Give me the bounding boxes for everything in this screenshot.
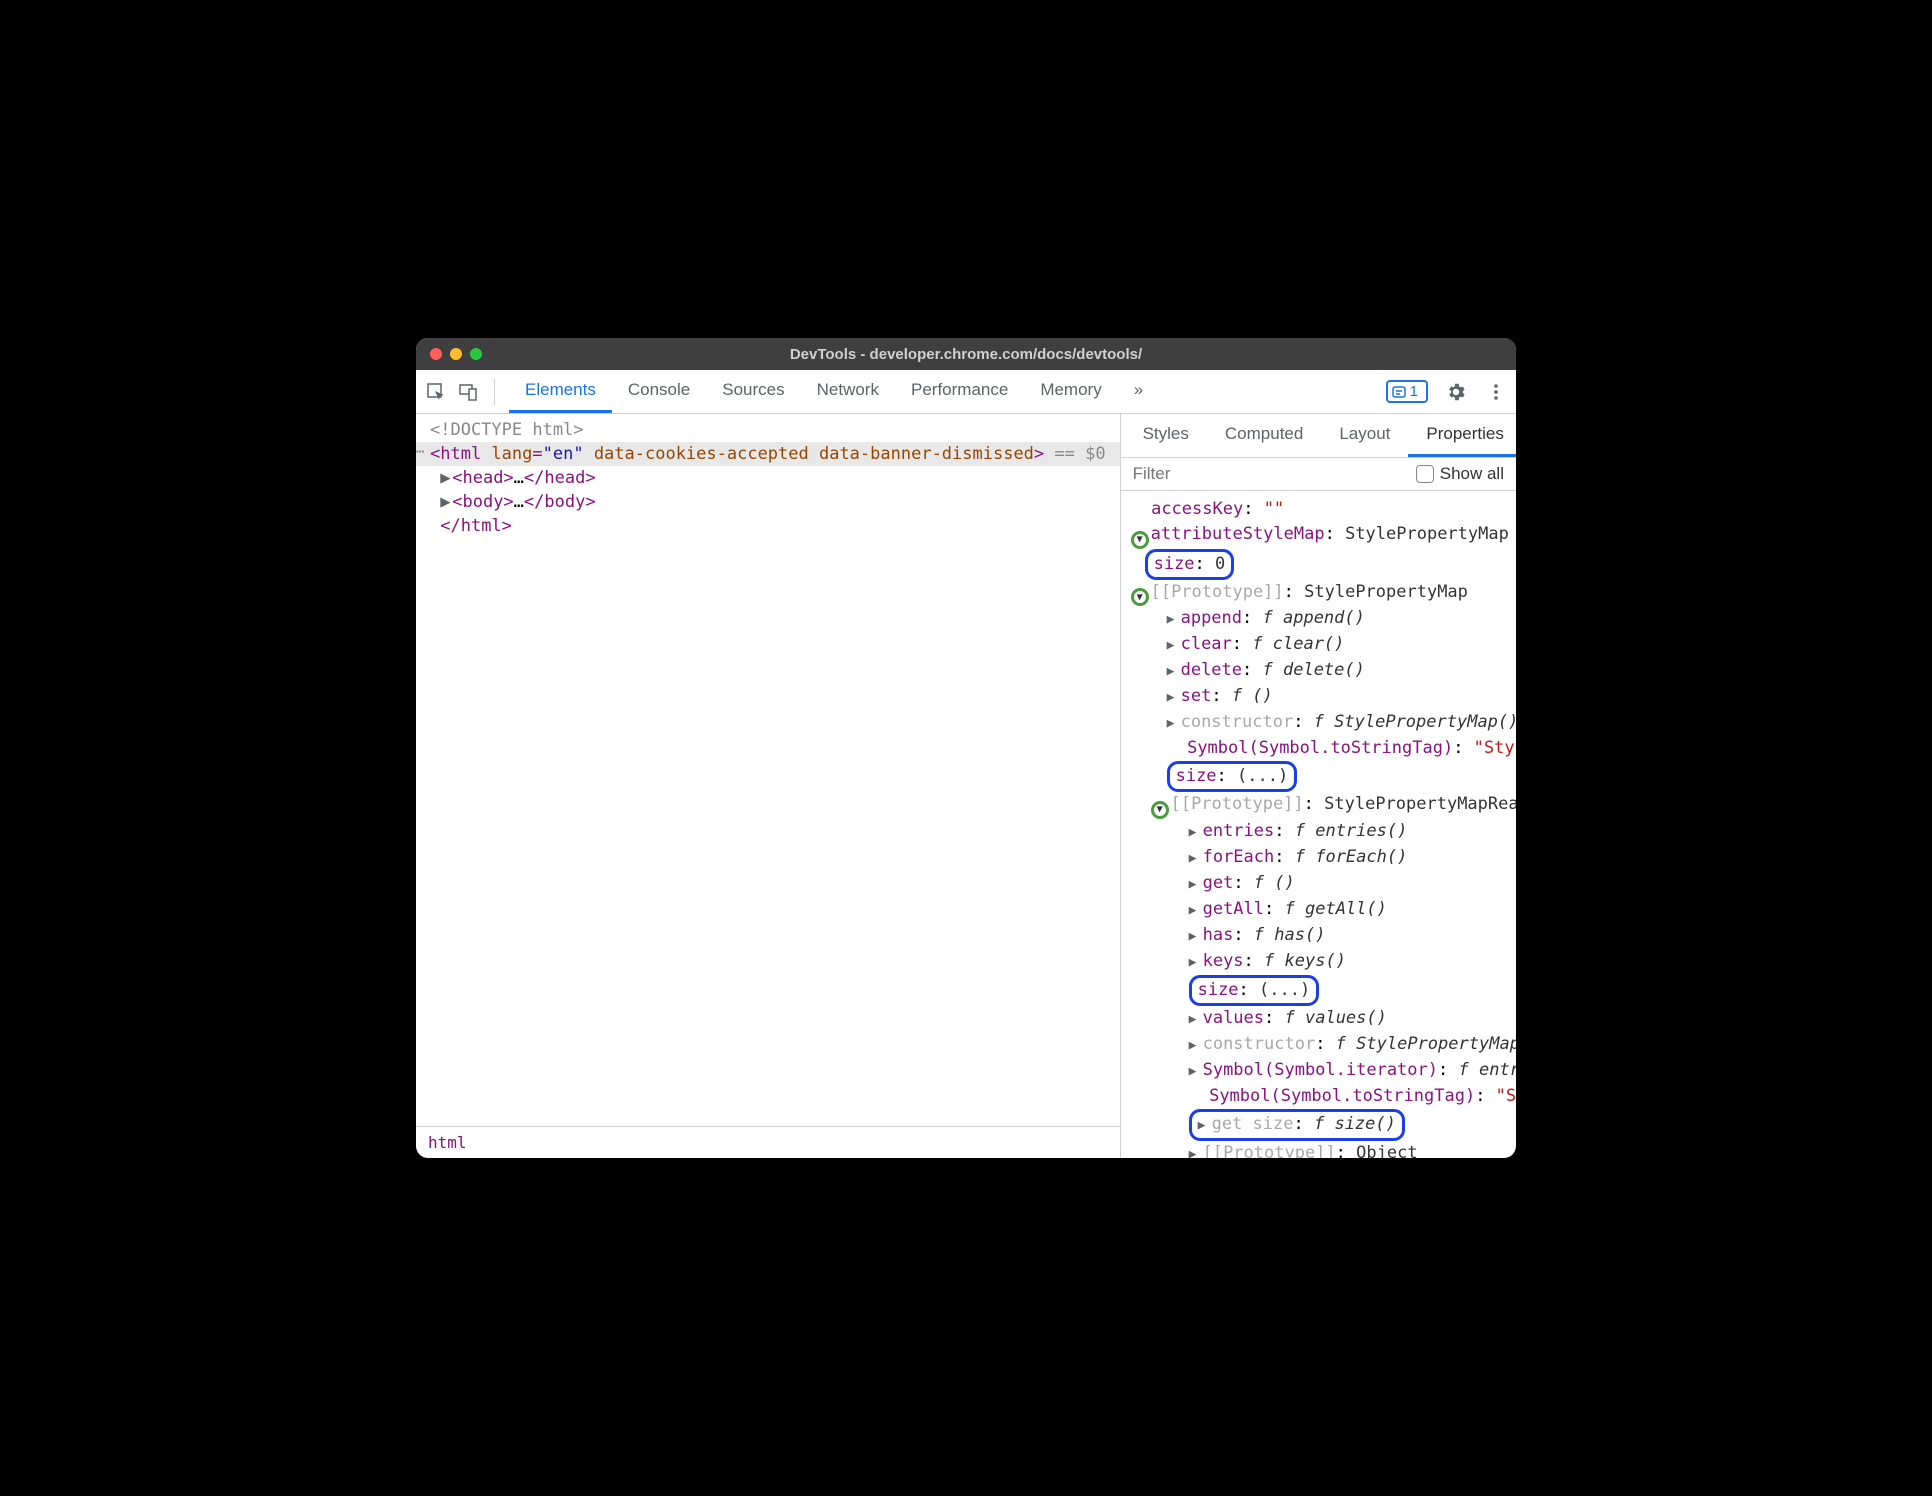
- main-tabs: Elements Console Sources Network Perform…: [509, 370, 1159, 413]
- show-all-toggle[interactable]: Show all: [1416, 464, 1504, 484]
- issues-count: 1: [1410, 383, 1418, 400]
- device-toggle-icon[interactable]: [456, 380, 480, 404]
- titlebar: DevTools - developer.chrome.com/docs/dev…: [416, 338, 1516, 370]
- separator: [494, 379, 495, 405]
- traffic-lights: [416, 348, 482, 360]
- subtab-properties[interactable]: Properties: [1408, 414, 1516, 457]
- properties-tree[interactable]: accessKey: "" ▼attributeStyleMap: StyleP…: [1121, 491, 1516, 1158]
- dom-body-element[interactable]: ▶<body>…</body>: [416, 490, 1120, 514]
- sidebar-panel: Styles Computed Layout Properties » Show…: [1121, 414, 1516, 1158]
- expand-marker-icon: ▼: [1131, 588, 1149, 606]
- window-title: DevTools - developer.chrome.com/docs/dev…: [416, 346, 1516, 363]
- prop-prototype-1[interactable]: ▼[[Prototype]]: StylePropertyMap: [1121, 580, 1516, 607]
- subtab-layout[interactable]: Layout: [1321, 414, 1408, 457]
- dom-html-close[interactable]: </html>: [416, 514, 1120, 538]
- dom-tree[interactable]: <!DOCTYPE html> <html lang="en" data-coo…: [416, 414, 1120, 1126]
- expand-marker-icon: ▼: [1151, 801, 1169, 819]
- prop-entries[interactable]: ▶entries: f entries(): [1121, 819, 1516, 845]
- settings-icon[interactable]: [1444, 380, 1468, 404]
- prop-symbol-tag-2[interactable]: Symbol(Symbol.toStringTag): "StyleProper…: [1121, 1084, 1516, 1109]
- prop-attributestylemap[interactable]: ▼attributeStyleMap: StylePropertyMap: [1121, 522, 1516, 549]
- minimize-window-button[interactable]: [450, 348, 462, 360]
- prop-size-2-highlighted[interactable]: size: (...): [1121, 761, 1516, 792]
- prop-symbol-tag-1[interactable]: Symbol(Symbol.toStringTag): "StyleProper…: [1121, 736, 1516, 761]
- tab-more[interactable]: »: [1118, 370, 1159, 413]
- main-toolbar: Elements Console Sources Network Perform…: [416, 370, 1516, 414]
- devtools-window: DevTools - developer.chrome.com/docs/dev…: [416, 338, 1516, 1158]
- tab-performance[interactable]: Performance: [895, 370, 1024, 413]
- filter-input[interactable]: [1133, 464, 1404, 484]
- prop-constructor-2[interactable]: ▶constructor: f StylePropertyMapReadOnly…: [1121, 1032, 1516, 1058]
- show-all-label: Show all: [1440, 464, 1504, 484]
- prop-prototype-3[interactable]: ▶[[Prototype]]: Object: [1121, 1141, 1516, 1159]
- dom-html-element[interactable]: <html lang="en" data-cookies-accepted da…: [416, 442, 1120, 466]
- issues-button[interactable]: 1: [1386, 380, 1428, 403]
- prop-clear[interactable]: ▶clear: f clear(): [1121, 632, 1516, 658]
- filter-bar: Show all: [1121, 458, 1516, 491]
- prop-getall[interactable]: ▶getAll: f getAll(): [1121, 897, 1516, 923]
- tab-elements[interactable]: Elements: [509, 370, 612, 413]
- checkbox-icon[interactable]: [1416, 465, 1434, 483]
- dom-doctype[interactable]: <!DOCTYPE html>: [416, 418, 1120, 442]
- content: <!DOCTYPE html> <html lang="en" data-coo…: [416, 414, 1516, 1158]
- tab-console[interactable]: Console: [612, 370, 706, 413]
- prop-foreach[interactable]: ▶forEach: f forEach(): [1121, 845, 1516, 871]
- tab-sources[interactable]: Sources: [706, 370, 800, 413]
- subtab-computed[interactable]: Computed: [1207, 414, 1321, 457]
- breadcrumb[interactable]: html: [416, 1126, 1120, 1158]
- inspect-icon[interactable]: [424, 380, 448, 404]
- prop-getsize-highlighted[interactable]: ▶get size: f size(): [1121, 1109, 1516, 1141]
- more-icon[interactable]: [1484, 380, 1508, 404]
- prop-has[interactable]: ▶has: f has(): [1121, 923, 1516, 949]
- subtab-styles[interactable]: Styles: [1125, 414, 1207, 457]
- prop-prototype-2[interactable]: ▼[[Prototype]]: StylePropertyMapReadOnly: [1121, 792, 1516, 819]
- zoom-window-button[interactable]: [470, 348, 482, 360]
- elements-panel: <!DOCTYPE html> <html lang="en" data-coo…: [416, 414, 1121, 1158]
- prop-get[interactable]: ▶get: f (): [1121, 871, 1516, 897]
- prop-size-highlighted[interactable]: size: 0: [1121, 549, 1516, 580]
- prop-symbol-iterator[interactable]: ▶Symbol(Symbol.iterator): f entries(): [1121, 1058, 1516, 1084]
- prop-size-3-highlighted[interactable]: size: (...): [1121, 975, 1516, 1006]
- tab-network[interactable]: Network: [801, 370, 895, 413]
- prop-values[interactable]: ▶values: f values(): [1121, 1006, 1516, 1032]
- prop-set[interactable]: ▶set: f (): [1121, 684, 1516, 710]
- close-window-button[interactable]: [430, 348, 442, 360]
- prop-append[interactable]: ▶append: f append(): [1121, 606, 1516, 632]
- prop-keys[interactable]: ▶keys: f keys(): [1121, 949, 1516, 975]
- prop-delete[interactable]: ▶delete: f delete(): [1121, 658, 1516, 684]
- prop-accesskey[interactable]: accessKey: "": [1121, 497, 1516, 522]
- prop-constructor-1[interactable]: ▶constructor: f StylePropertyMap(): [1121, 710, 1516, 736]
- sidebar-tabs: Styles Computed Layout Properties »: [1121, 414, 1516, 458]
- dom-head-element[interactable]: ▶<head>…</head>: [416, 466, 1120, 490]
- expand-marker-icon: ▼: [1131, 531, 1149, 549]
- tab-memory[interactable]: Memory: [1024, 370, 1117, 413]
- toolbar-right: 1: [1386, 380, 1508, 404]
